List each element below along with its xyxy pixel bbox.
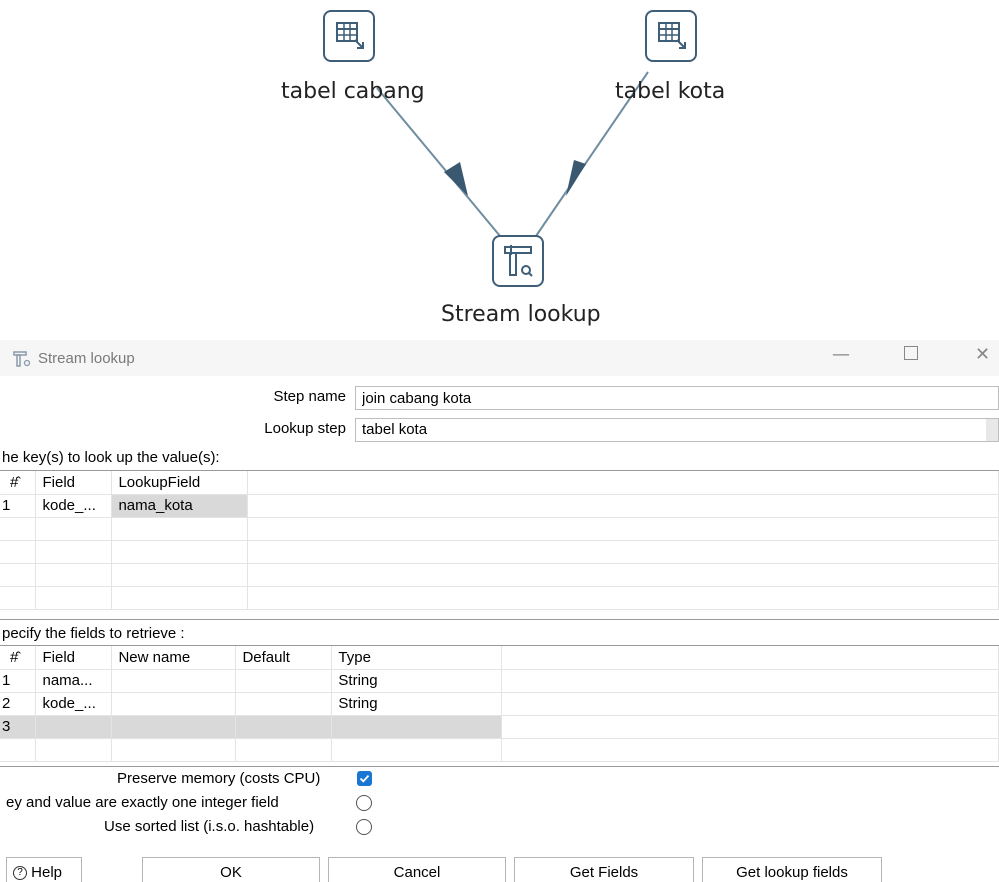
table-row[interactable]: [0, 738, 999, 762]
table-input-icon: [336, 22, 364, 49]
keys-table-header: #̂ Field LookupField: [0, 471, 999, 495]
stream-lookup-icon: [13, 351, 31, 367]
keys-table[interactable]: #̂ Field LookupField 1 kode_... nama_kot…: [0, 470, 999, 620]
chevron-down-icon[interactable]: [986, 419, 998, 441]
minimize-icon[interactable]: —: [832, 344, 850, 365]
table-row[interactable]: [0, 586, 999, 610]
table-input-icon: [658, 22, 686, 49]
table-row[interactable]: [0, 540, 999, 564]
cancel-button[interactable]: Cancel: [328, 857, 506, 882]
sort-icon[interactable]: #̂: [0, 471, 37, 495]
preserve-memory-checkbox[interactable]: [357, 771, 372, 786]
lookup-step-value: tabel kota: [362, 421, 428, 438]
step-label-stream-lookup: Stream lookup: [441, 302, 601, 327]
hop-arrow-left-icon: [444, 162, 468, 196]
ok-button[interactable]: OK: [142, 857, 320, 882]
stream-lookup-dialog: Stream lookup — ✕ Step name Lookup step …: [0, 340, 999, 882]
sorted-list-label: Use sorted list (i.s.o. hashtable): [104, 818, 315, 835]
hop-lines: [376, 71, 649, 237]
transformation-canvas[interactable]: tabel cabang tabel kota Stream lookup: [0, 0, 999, 340]
table-row[interactable]: 1 nama... String: [0, 669, 999, 693]
lookup-step-select[interactable]: tabel kota: [355, 418, 999, 442]
checkmark-icon: [359, 774, 370, 783]
keys-section-label: he key(s) to look up the value(s):: [2, 449, 220, 466]
step-tabel-kota[interactable]: [645, 10, 697, 62]
close-icon[interactable]: ✕: [975, 344, 990, 365]
column-header[interactable]: Type: [331, 646, 503, 670]
table-row[interactable]: 2 kode_... String: [0, 692, 999, 716]
table-row[interactable]: 3: [0, 715, 999, 739]
dialog-title: Stream lookup: [38, 350, 135, 367]
step-stream-lookup[interactable]: [492, 235, 544, 287]
help-button[interactable]: ? Help: [6, 857, 82, 882]
step-name-input[interactable]: [355, 386, 999, 410]
maximize-icon[interactable]: [904, 346, 918, 360]
step-tabel-cabang[interactable]: [323, 10, 375, 62]
sorted-list-radio[interactable]: [356, 819, 372, 835]
integer-field-radio[interactable]: [356, 795, 372, 811]
get-lookup-fields-button[interactable]: Get lookup fields: [702, 857, 882, 882]
table-row[interactable]: [0, 517, 999, 541]
help-icon: ?: [13, 866, 27, 881]
preserve-memory-label: Preserve memory (costs CPU): [117, 770, 321, 787]
step-name-label: Step name: [273, 388, 346, 405]
step-label-tabel-cabang: tabel cabang: [281, 79, 425, 104]
table-row[interactable]: 1 kode_... nama_kota: [0, 494, 999, 518]
retrieve-table[interactable]: #̂ Field New name Default Type 1 nama...…: [0, 645, 999, 767]
integer-field-label: ey and value are exactly one integer fie…: [6, 794, 279, 811]
dialog-titlebar[interactable]: Stream lookup — ✕: [0, 340, 999, 376]
hop-arrow-right-icon: [566, 160, 586, 196]
get-fields-button[interactable]: Get Fields: [514, 857, 694, 882]
stream-lookup-icon: [504, 245, 533, 277]
sort-icon[interactable]: #̂: [0, 646, 37, 670]
column-header[interactable]: LookupField: [111, 471, 249, 495]
hop-tabel-cabang-to-stream-lookup[interactable]: [376, 87, 501, 237]
table-row[interactable]: [0, 563, 999, 587]
step-label-tabel-kota: tabel kota: [615, 79, 726, 104]
retrieve-table-header: #̂ Field New name Default Type: [0, 646, 999, 670]
lookup-step-label: Lookup step: [264, 420, 346, 437]
column-header[interactable]: Default: [235, 646, 333, 670]
column-header[interactable]: Field: [35, 471, 113, 495]
retrieve-section-label: pecify the fields to retrieve :: [2, 625, 185, 642]
column-header[interactable]: New name: [111, 646, 237, 670]
column-header[interactable]: Field: [35, 646, 113, 670]
